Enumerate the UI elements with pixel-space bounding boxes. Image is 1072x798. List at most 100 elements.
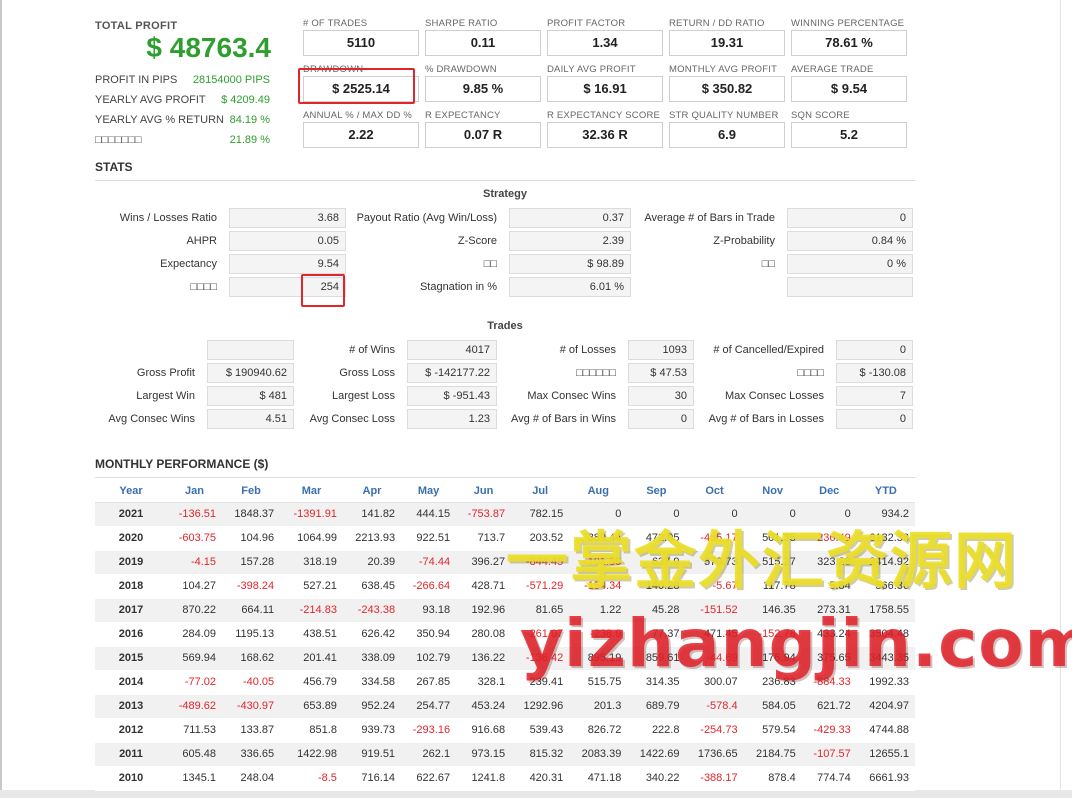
stats-title: STATS (95, 160, 133, 174)
monthly-header-row: Year Jan Feb Mar Apr May Jun Jul Aug Sep Oct Nov Dec… (95, 480, 915, 503)
month-value-cell: 336.65 (222, 742, 281, 767)
month-value-cell: -753.87 (456, 502, 512, 527)
stat-value: 254 (229, 277, 346, 297)
month-value-cell: 201.3 (569, 694, 628, 719)
month-value-cell: -578.4 (685, 694, 744, 719)
stat-label: Expectancy (160, 258, 217, 270)
trade-label: Avg # of Bars in Wins (511, 413, 616, 425)
metric-value: $ 16.91 (547, 76, 663, 102)
trade-value: $ -130.08 (836, 363, 913, 383)
month-value-cell: -293.16 (401, 718, 457, 743)
month-value-cell: 104.27 (167, 574, 223, 599)
total-profit-label: TOTAL PROFIT (95, 20, 178, 32)
monthly-divider (95, 477, 915, 478)
month-value-cell: -8.5 (280, 766, 343, 791)
trade-label: Largest Loss (332, 390, 395, 402)
column-header-mar: Mar (280, 480, 343, 503)
metric-profit-factor: PROFIT FACTOR 1.34 (547, 18, 665, 60)
trade-value: 0 (628, 409, 694, 429)
metric-label: PROFIT FACTOR (547, 18, 626, 29)
column-header-jan: Jan (167, 480, 223, 503)
month-value-cell: 713.7 (456, 526, 512, 551)
column-header-dec: Dec (801, 480, 857, 503)
summary-label: YEARLY AVG % RETURN (95, 114, 224, 126)
month-value-cell: 878.4 (743, 766, 802, 791)
month-value-cell: 444.15 (401, 502, 457, 527)
monthly-title: MONTHLY PERFORMANCE ($) (95, 457, 269, 471)
left-border (0, 0, 2, 798)
month-value-cell: 569.94 (167, 646, 223, 671)
month-value-cell: 438.51 (280, 622, 343, 647)
trade-value: $ -951.43 (407, 386, 497, 406)
trade-value: 30 (628, 386, 694, 406)
trade-label: □□□□ (797, 367, 824, 379)
table-row: 2012 711.53 133.87 851.8 939.73 -293.16 916.68… (95, 718, 915, 743)
year-cell: 2015 (95, 646, 167, 671)
trade-value: $ 481 (207, 386, 294, 406)
stat-label: AHPR (186, 235, 217, 247)
month-value-cell: 621.72 (801, 694, 857, 719)
year-cell: 2018 (95, 574, 167, 599)
month-value-cell: 168.62 (222, 646, 281, 671)
metric-label: R EXPECTANCY (425, 110, 501, 121)
month-value-cell: 2083.39 (569, 742, 628, 767)
month-value-cell: -136.51 (167, 502, 223, 527)
trade-value: 0 (836, 340, 913, 360)
metric-label: MONTHLY AVG PROFIT (669, 64, 778, 75)
month-value-cell: -388.17 (685, 766, 744, 791)
trade-label: □□□□□□ (576, 367, 616, 379)
bottom-scroll-area[interactable] (0, 790, 1072, 798)
month-value-cell: -4.15 (167, 550, 223, 575)
strategy-title: Strategy (482, 188, 528, 200)
month-value-cell: 916.68 (456, 718, 512, 743)
month-value-cell: 4744.88 (856, 718, 915, 743)
month-value-cell: 471.18 (569, 766, 628, 791)
trade-value (207, 340, 294, 360)
watermark-domain: yizhangjin.com (520, 605, 1072, 682)
stat-label: Z-Score (457, 235, 497, 247)
month-value-cell: 2213.93 (342, 526, 402, 551)
month-value-cell: 1422.98 (280, 742, 343, 767)
month-value-cell: 340.22 (627, 766, 686, 791)
month-value-cell: 527.21 (280, 574, 343, 599)
stat-value: 9.54 (229, 254, 346, 274)
stat-label: □□□□ (190, 281, 217, 293)
metric-value: 5.2 (791, 122, 907, 148)
month-value-cell: 104.96 (222, 526, 281, 551)
month-value-cell: -266.64 (401, 574, 457, 599)
month-value-cell: -398.24 (222, 574, 281, 599)
month-value-cell: 539.43 (511, 718, 570, 743)
stat-value: 3.68 (229, 208, 346, 228)
month-value-cell: 1064.99 (280, 526, 343, 551)
metric-daily-avg: DAILY AVG PROFIT $ 16.91 (547, 64, 665, 106)
trade-label: # of Cancelled/Expired (713, 344, 824, 356)
table-row: 2010 1345.1 248.04 -8.5 716.14 622.67 1241.8 42… (95, 766, 915, 791)
year-cell: 2012 (95, 718, 167, 743)
month-value-cell: 1292.96 (511, 694, 570, 719)
month-value-cell: 605.48 (167, 742, 223, 767)
summary-label: PROFIT IN PIPS (95, 74, 178, 86)
month-value-cell: 1345.1 (167, 766, 223, 791)
trade-value: $ -142177.22 (407, 363, 497, 383)
metric-label: # OF TRADES (303, 18, 368, 29)
stat-value: $ 98.89 (509, 254, 631, 274)
metric-value: 0.11 (425, 30, 541, 56)
year-cell: 2013 (95, 694, 167, 719)
column-header-jul: Jul (511, 480, 570, 503)
metric-annual-maxdd: ANNUAL % / MAX DD % 2.22 (303, 110, 421, 152)
metric-winning-pct: WINNING PERCENTAGE 78.61 % (791, 18, 909, 60)
month-value-cell: -489.62 (167, 694, 223, 719)
year-cell: 2011 (95, 742, 167, 767)
metric-label: % DRAWDOWN (425, 64, 497, 75)
column-header-sep: Sep (627, 480, 686, 503)
month-value-cell: 338.09 (342, 646, 402, 671)
month-value-cell: 201.41 (280, 646, 343, 671)
month-value-cell: -243.38 (342, 598, 402, 623)
total-profit-value: $ 48763.4 (146, 32, 271, 63)
metric-value: 1.34 (547, 30, 663, 56)
metric-label: R EXPECTANCY SCORE (547, 110, 661, 121)
trade-label: # of Losses (559, 344, 616, 356)
metric-sharpe: SHARPE RATIO 0.11 (425, 18, 543, 60)
month-value-cell: 254.77 (401, 694, 457, 719)
metric-value: 78.61 % (791, 30, 907, 56)
